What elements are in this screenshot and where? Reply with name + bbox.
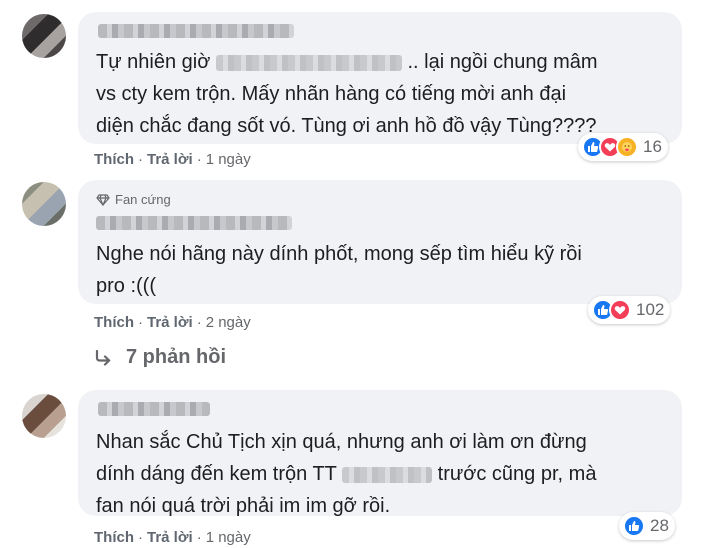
timestamp[interactable]: 1 ngày — [206, 529, 251, 546]
reply-arrow-icon — [95, 349, 111, 366]
care-icon — [616, 136, 638, 158]
like-link[interactable]: Thích — [94, 151, 134, 168]
comment-text-line: vs cty kem trộn. Mấy nhãn hàng có tiếng … — [96, 83, 567, 105]
reaction-count: 16 — [643, 137, 662, 156]
comment-bubble: Tự nhiên giờ .. lại ngồi chung mâm vs ct… — [78, 12, 682, 161]
avatar[interactable] — [22, 14, 66, 58]
comment-text: Nghe nói hãng này dính phốt, mong sếp tì… — [96, 238, 582, 302]
comment-text-line: Nhan sắc Chủ Tịch xịn quá, nhưng anh ơi … — [96, 431, 587, 453]
replies-label: 7 phản hồi — [126, 346, 226, 368]
diamond-icon — [96, 193, 110, 206]
comment-text-line: diện chắc đang sốt vó. Tùng ơi anh hồ đồ… — [96, 115, 597, 137]
comment-text-line: fan nói quá trời phải im im gỡ rồi. — [96, 495, 391, 517]
comment-text-line: dính dáng đến kem trộn TT — [96, 463, 337, 485]
reaction-count: 28 — [650, 516, 669, 535]
reply-link[interactable]: Trả lời — [147, 314, 193, 331]
reply-link[interactable]: Trả lời — [147, 151, 193, 168]
comment-actions: Thích · Trả lời · 1 ngày — [94, 151, 251, 168]
avatar[interactable] — [22, 394, 66, 438]
like-link[interactable]: Thích — [94, 529, 134, 546]
reaction-count: 102 — [636, 300, 665, 319]
comment-text-line: pro :((( — [96, 275, 156, 297]
author-name-redacted[interactable] — [96, 216, 292, 230]
badge-label: Fan cứng — [115, 192, 171, 207]
comment-text-line: trước cũng pr, mà — [437, 463, 597, 485]
top-fan-badge: Fan cứng — [96, 192, 171, 207]
timestamp[interactable]: 2 ngày — [206, 314, 251, 331]
comment-text: Tự nhiên giờ .. lại ngồi chung mâm vs ct… — [96, 46, 598, 142]
reply-link[interactable]: Trả lời — [147, 529, 193, 546]
comment-actions: Thích · Trả lời · 2 ngày — [94, 314, 251, 331]
author-name-redacted[interactable] — [98, 24, 294, 38]
like-icon — [623, 515, 645, 537]
comment-text: Nhan sắc Chủ Tịch xịn quá, nhưng anh ơi … — [96, 426, 596, 522]
love-icon — [609, 299, 631, 321]
timestamp[interactable]: 1 ngày — [206, 151, 251, 168]
reaction-summary[interactable]: 28 — [619, 512, 675, 540]
like-link[interactable]: Thích — [94, 314, 134, 331]
comment-text-line: Tự nhiên giờ — [96, 51, 211, 73]
avatar[interactable] — [22, 182, 66, 226]
reaction-summary[interactable]: 102 — [588, 296, 671, 324]
redacted-text — [215, 54, 402, 71]
view-replies-link[interactable]: 7 phản hồi — [94, 346, 226, 369]
comment-text-line: .. lại ngồi chung mâm — [407, 51, 598, 73]
redacted-text — [342, 466, 433, 483]
author-name-redacted[interactable] — [98, 402, 210, 416]
comment-bubble: Nhan sắc Chủ Tịch xịn quá, nhưng anh ơi … — [78, 390, 682, 517]
comment-text-line: Nghe nói hãng này dính phốt, mong sếp tì… — [96, 243, 582, 265]
comment-actions: Thích · Trả lời · 1 ngày — [94, 529, 251, 546]
reaction-summary[interactable]: 16 — [578, 133, 668, 161]
comment-bubble: Fan cứng Nghe nói hãng này dính phốt, mo… — [78, 180, 682, 324]
